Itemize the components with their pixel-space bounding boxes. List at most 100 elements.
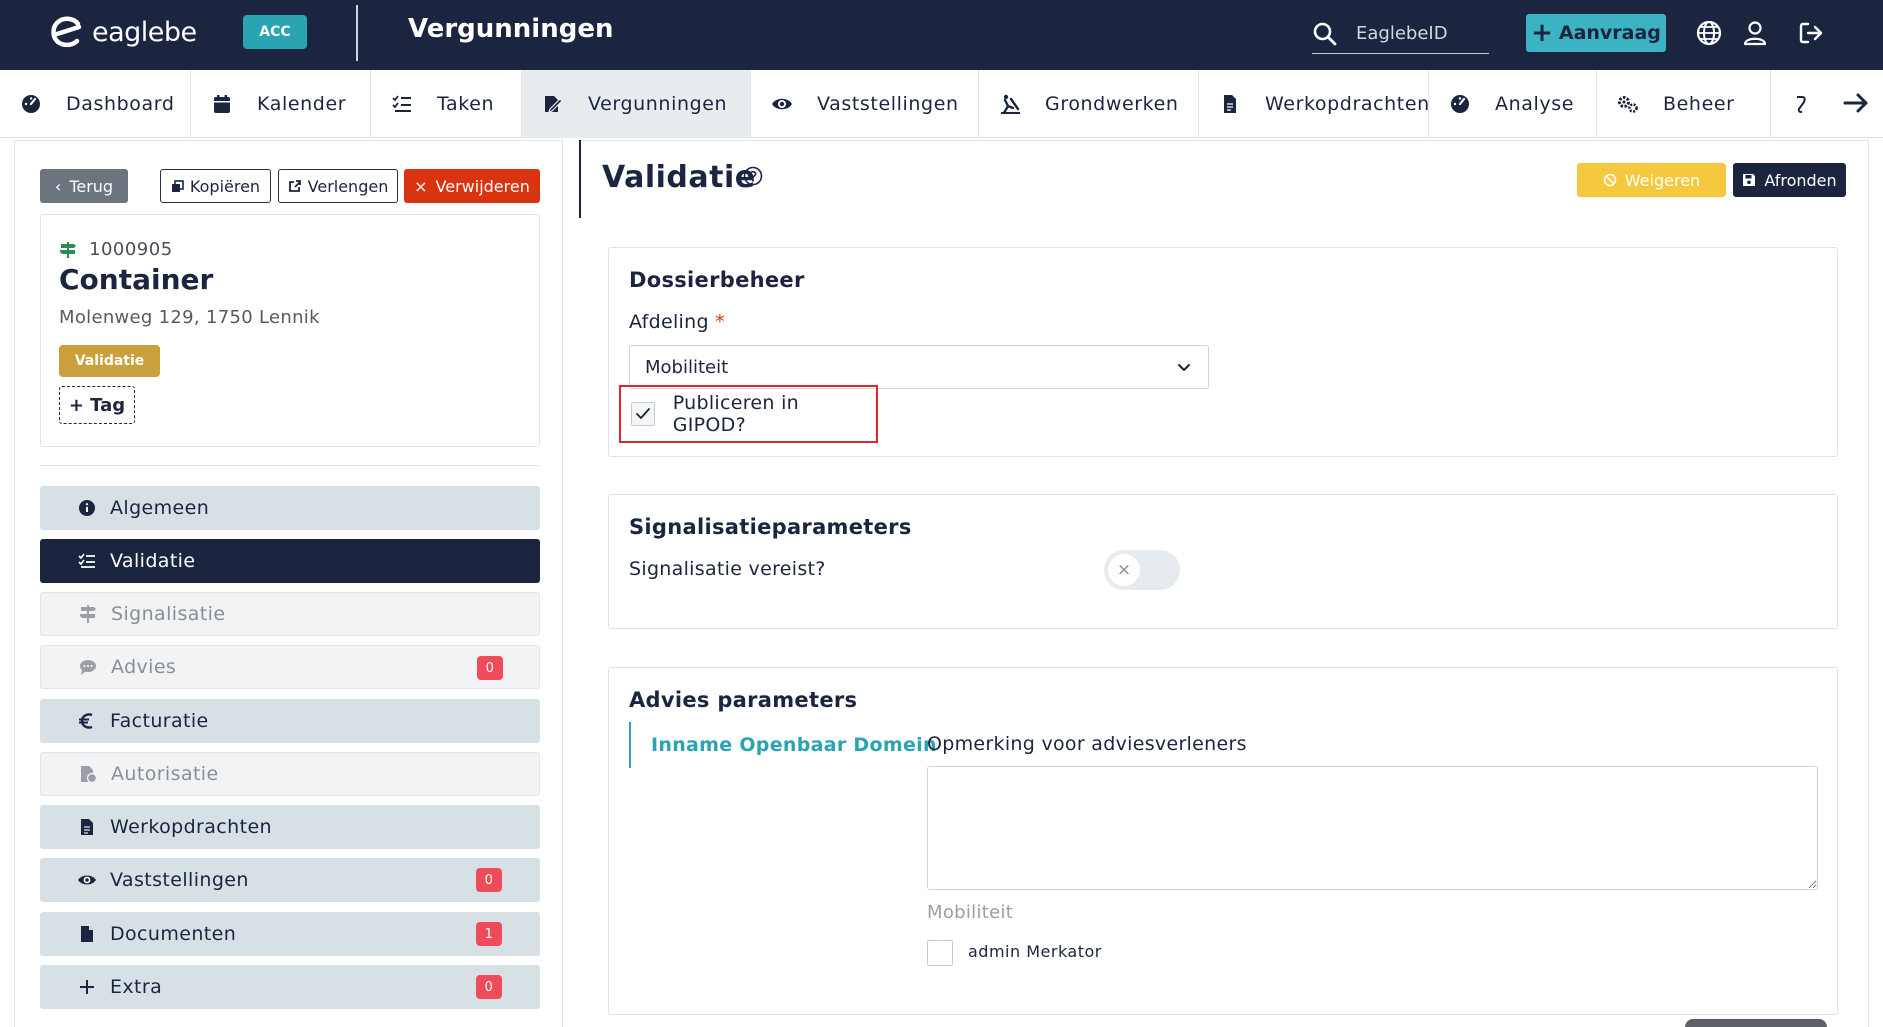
eye-icon <box>78 875 96 885</box>
arrow-right-icon[interactable] <box>1841 88 1871 118</box>
sidebar-item-label: Autorisatie <box>111 763 219 785</box>
nav-werkopdrachten[interactable]: Werkopdrachten <box>1199 70 1429 138</box>
eye-icon <box>772 98 792 110</box>
nav-kalender[interactable]: Kalender <box>191 70 371 138</box>
share-square-icon <box>288 180 301 192</box>
delete-button[interactable]: × Verwijderen <box>404 169 540 203</box>
section-title: Dossierbeheer <box>629 268 805 292</box>
sidebar-item-label: Facturatie <box>110 710 209 732</box>
signpost-icon <box>80 605 96 623</box>
signalisatie-toggle[interactable]: × <box>1104 550 1180 590</box>
main-navigation: Dashboard Kalender Taken Vergunningen Va… <box>0 70 1883 138</box>
calendar-icon <box>214 95 230 113</box>
nav-vergunningen[interactable]: Vergunningen <box>522 70 751 138</box>
nav-more[interactable] <box>1771 70 1831 138</box>
nav-taken[interactable]: Taken <box>371 70 522 138</box>
nav-label: Analyse <box>1495 93 1574 115</box>
sidebar-item-documenten[interactable]: Documenten 1 <box>40 912 540 956</box>
euro-icon <box>79 713 93 729</box>
extend-button[interactable]: Verlengen <box>278 169 398 203</box>
count-badge: 0 <box>476 975 502 999</box>
advisor-label: admin Merkator <box>968 942 1102 961</box>
dossier-panel: ‹ Terug Kopiëren Verlengen × Verwijderen… <box>14 140 563 1027</box>
finish-button[interactable]: Afronden <box>1733 163 1846 197</box>
environment-badge: ACC <box>243 15 307 49</box>
new-request-button[interactable]: + Aanvraag <box>1526 14 1666 52</box>
sidebar-item-label: Extra <box>110 976 163 998</box>
file-icon <box>81 819 93 835</box>
tasks-icon <box>392 95 411 112</box>
search-icon[interactable] <box>1312 21 1338 47</box>
search-input[interactable] <box>1356 23 1486 44</box>
gipod-checkbox[interactable] <box>631 402 655 426</box>
divider <box>40 465 540 466</box>
signalisatie-required-label: Signalisatie vereist? <box>629 558 826 580</box>
nav-vaststellingen[interactable]: Vaststellingen <box>751 70 979 138</box>
logo[interactable]: eaglebe <box>48 14 197 50</box>
gipod-label: Publiceren in GIPOD? <box>672 392 800 436</box>
section-advies: Advies parameters Inname Openbaar Domein… <box>608 667 1838 1015</box>
logo-text: eaglebe <box>92 16 197 48</box>
scroll-to-top-button[interactable] <box>1685 1019 1827 1027</box>
nav-grondwerken[interactable]: Grondwerken <box>979 70 1199 138</box>
sidebar-item-vaststellingen[interactable]: Vaststellingen 0 <box>40 858 540 902</box>
dossier-id-value: 1000905 <box>89 239 173 260</box>
remark-textarea[interactable] <box>927 766 1818 890</box>
top-bar: eaglebe ACC Vergunningen + Aanvraag <box>0 0 1883 70</box>
copy-button[interactable]: Kopiëren <box>160 169 271 203</box>
gipod-highlight: Publiceren in GIPOD? <box>619 385 878 443</box>
back-button[interactable]: ‹ Terug <box>40 169 128 203</box>
new-request-label: Aanvraag <box>1558 22 1661 44</box>
sidebar-item-algemeen[interactable]: Algemeen <box>40 486 540 530</box>
sidebar-item-label: Signalisatie <box>111 603 226 625</box>
chevron-down-icon <box>1178 364 1190 371</box>
nav-label: Dashboard <box>66 93 175 115</box>
department-select[interactable]: Mobiliteit <box>629 345 1209 389</box>
sidebar-item-facturatie[interactable]: Facturatie <box>40 699 540 743</box>
permits-icon <box>545 96 563 113</box>
dossier-address: Molenweg 129, 1750 Lennik <box>59 307 320 328</box>
globe-icon[interactable] <box>1695 19 1723 47</box>
nav-label: Beheer <box>1663 93 1735 115</box>
logout-icon[interactable] <box>1797 19 1825 47</box>
chevron-left-icon: ‹ <box>54 176 62 196</box>
document-icon <box>81 926 93 942</box>
user-icon[interactable] <box>1741 19 1769 47</box>
nav-analyse[interactable]: Analyse <box>1429 70 1597 138</box>
sidebar-item-extra[interactable]: Extra 0 <box>40 965 540 1009</box>
nav-label: Grondwerken <box>1045 93 1179 115</box>
finish-label: Afronden <box>1764 170 1837 190</box>
active-indicator <box>579 140 581 218</box>
app-title: Vergunningen <box>408 14 614 44</box>
nav-beheer[interactable]: Beheer <box>1597 70 1771 138</box>
page-title: Validatie <box>602 160 756 195</box>
advisor-checkbox[interactable] <box>927 940 953 966</box>
section-signalisatie: Signalisatieparameters Signalisatie vere… <box>608 494 1838 629</box>
sidebar-item-validatie[interactable]: Validatie <box>40 539 540 583</box>
checklist-icon <box>78 553 95 568</box>
file-signature-icon <box>81 766 97 783</box>
dossier-card: 1000905 Container Molenweg 129, 1750 Len… <box>40 214 540 447</box>
sidebar-item-werkopdrachten[interactable]: Werkopdrachten <box>40 805 540 849</box>
count-badge: 0 <box>477 656 503 680</box>
signpost-icon <box>60 241 76 258</box>
nav-label: Werkopdrachten <box>1265 93 1430 115</box>
comments-icon <box>80 660 96 675</box>
help-icon[interactable] <box>742 165 764 187</box>
advisor-group-label: Mobiliteit <box>927 902 1014 923</box>
sidebar-item-advies[interactable]: Advies 0 <box>40 645 540 689</box>
sidebar-item-autorisatie[interactable]: Autorisatie <box>40 752 540 796</box>
delete-label: Verwijderen <box>435 176 530 196</box>
header-divider <box>356 5 358 61</box>
add-tag-button[interactable]: + Tag <box>59 386 135 424</box>
tab-inname-openbaar-domein[interactable]: Inname Openbaar Domein <box>629 722 937 768</box>
close-icon: × <box>414 176 428 196</box>
reject-button[interactable]: Weigeren <box>1577 163 1726 197</box>
cogs-icon <box>1618 96 1638 113</box>
nav-label: Vaststellingen <box>817 93 959 115</box>
dashboard-icon <box>1451 95 1469 113</box>
sidebar-item-signalisatie[interactable]: Signalisatie <box>40 592 540 636</box>
nav-dashboard[interactable]: Dashboard <box>0 70 191 138</box>
info-icon <box>79 500 95 516</box>
dashboard-icon <box>22 95 40 113</box>
